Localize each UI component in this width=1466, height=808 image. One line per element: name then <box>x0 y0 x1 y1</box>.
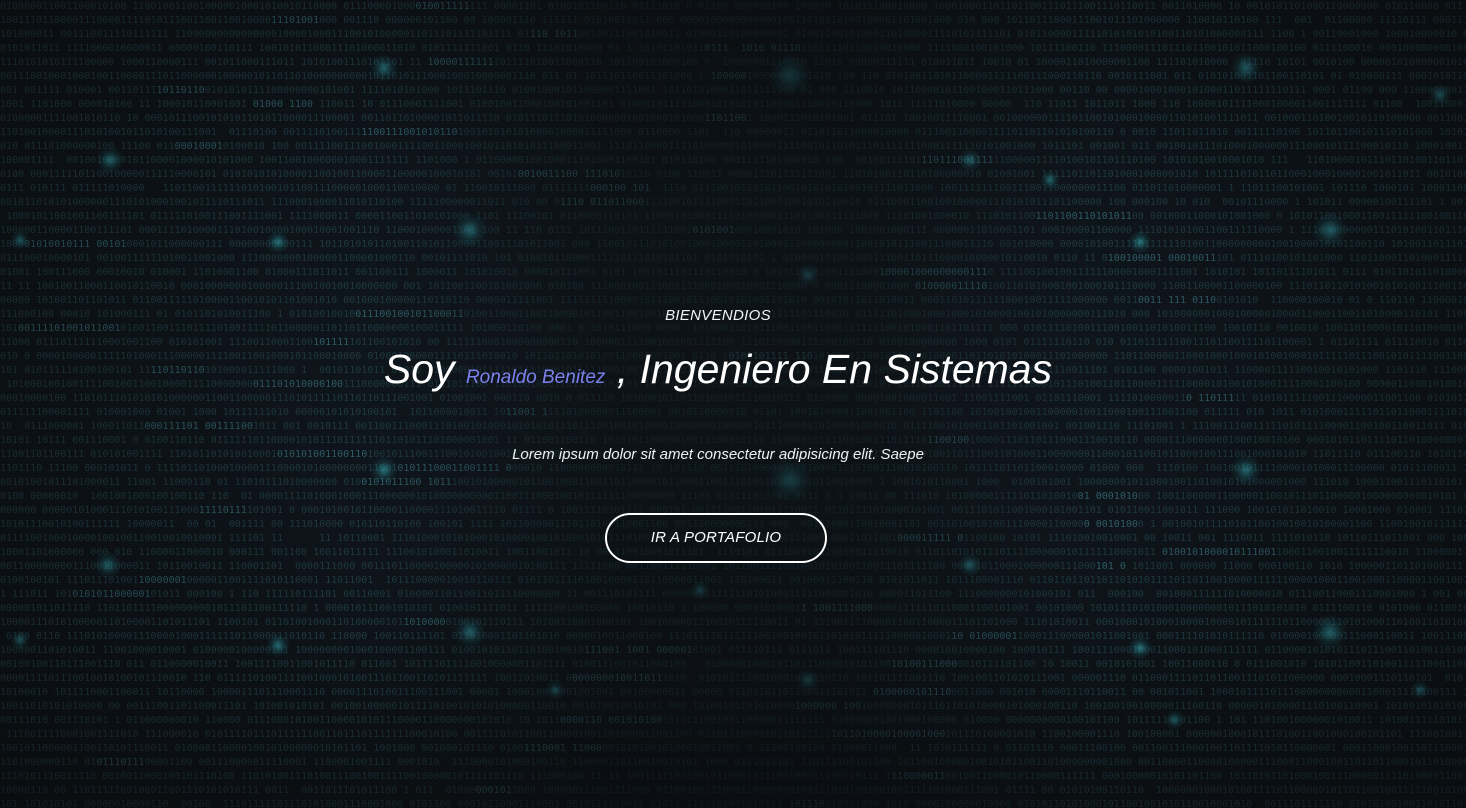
hero-section: 010000011001100010100 110010011001000001… <box>0 0 1466 808</box>
hero-content: BIENVENDIOS Soy Ronaldo Benitez , Ingeni… <box>0 0 1466 808</box>
welcome-label: BIENVENDIOS <box>665 307 771 324</box>
headline-suffix: , Ingeniero En Sistemas <box>616 346 1053 392</box>
headline: Soy Ronaldo Benitez , Ingeniero En Siste… <box>0 343 1436 404</box>
author-name: Ronaldo Benitez <box>465 367 606 388</box>
tagline: Lorem ipsum dolor sit amet consectetur a… <box>512 446 924 463</box>
portfolio-button[interactable]: IR A PORTAFOLIO <box>605 513 827 563</box>
headline-prefix: Soy <box>383 346 455 392</box>
